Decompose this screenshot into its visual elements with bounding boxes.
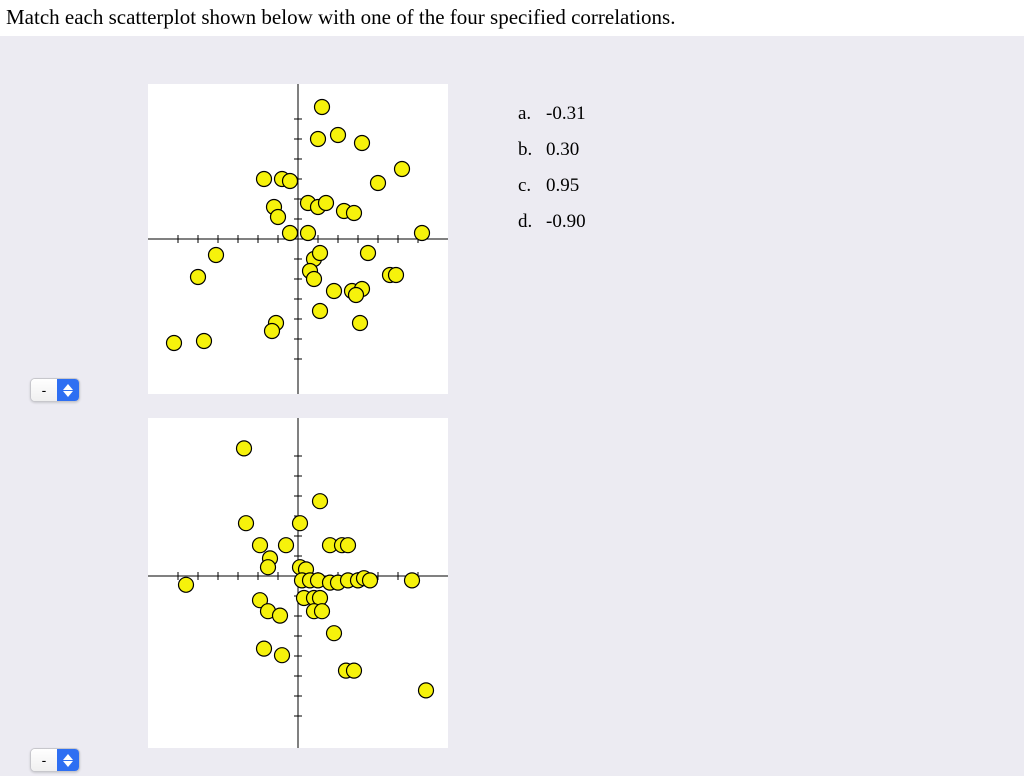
scatterplot-1-selector-value: - bbox=[31, 379, 57, 401]
answer-d: d. -0.90 bbox=[518, 204, 586, 240]
answer-b-letter: b. bbox=[518, 132, 536, 168]
scatterplot-2-selector-value: - bbox=[31, 749, 57, 771]
answer-c-letter: c. bbox=[518, 168, 536, 204]
answer-c: c. 0.95 bbox=[518, 168, 586, 204]
question-text: Match each scatterplot shown below with … bbox=[0, 0, 1024, 36]
answer-d-value: -0.90 bbox=[546, 204, 586, 240]
answer-c-value: 0.95 bbox=[546, 168, 579, 204]
answer-a: a. -0.31 bbox=[518, 96, 586, 132]
answer-a-value: -0.31 bbox=[546, 96, 586, 132]
scatterplot-2 bbox=[148, 418, 448, 748]
answer-b: b. 0.30 bbox=[518, 132, 586, 168]
answer-d-letter: d. bbox=[518, 204, 536, 240]
stepper-icon[interactable] bbox=[57, 379, 79, 401]
answer-options: a. -0.31 b. 0.30 c. 0.95 d. -0.90 bbox=[518, 96, 586, 240]
scatterplot-2-selector[interactable]: - bbox=[30, 748, 80, 772]
answer-b-value: 0.30 bbox=[546, 132, 579, 168]
answer-a-letter: a. bbox=[518, 96, 536, 132]
scatterplot-1 bbox=[148, 84, 448, 394]
scatterplot-1-selector[interactable]: - bbox=[30, 378, 80, 402]
stepper-icon[interactable] bbox=[57, 749, 79, 771]
content-area: a. -0.31 b. 0.30 c. 0.95 d. -0.90 - - bbox=[0, 36, 1024, 776]
